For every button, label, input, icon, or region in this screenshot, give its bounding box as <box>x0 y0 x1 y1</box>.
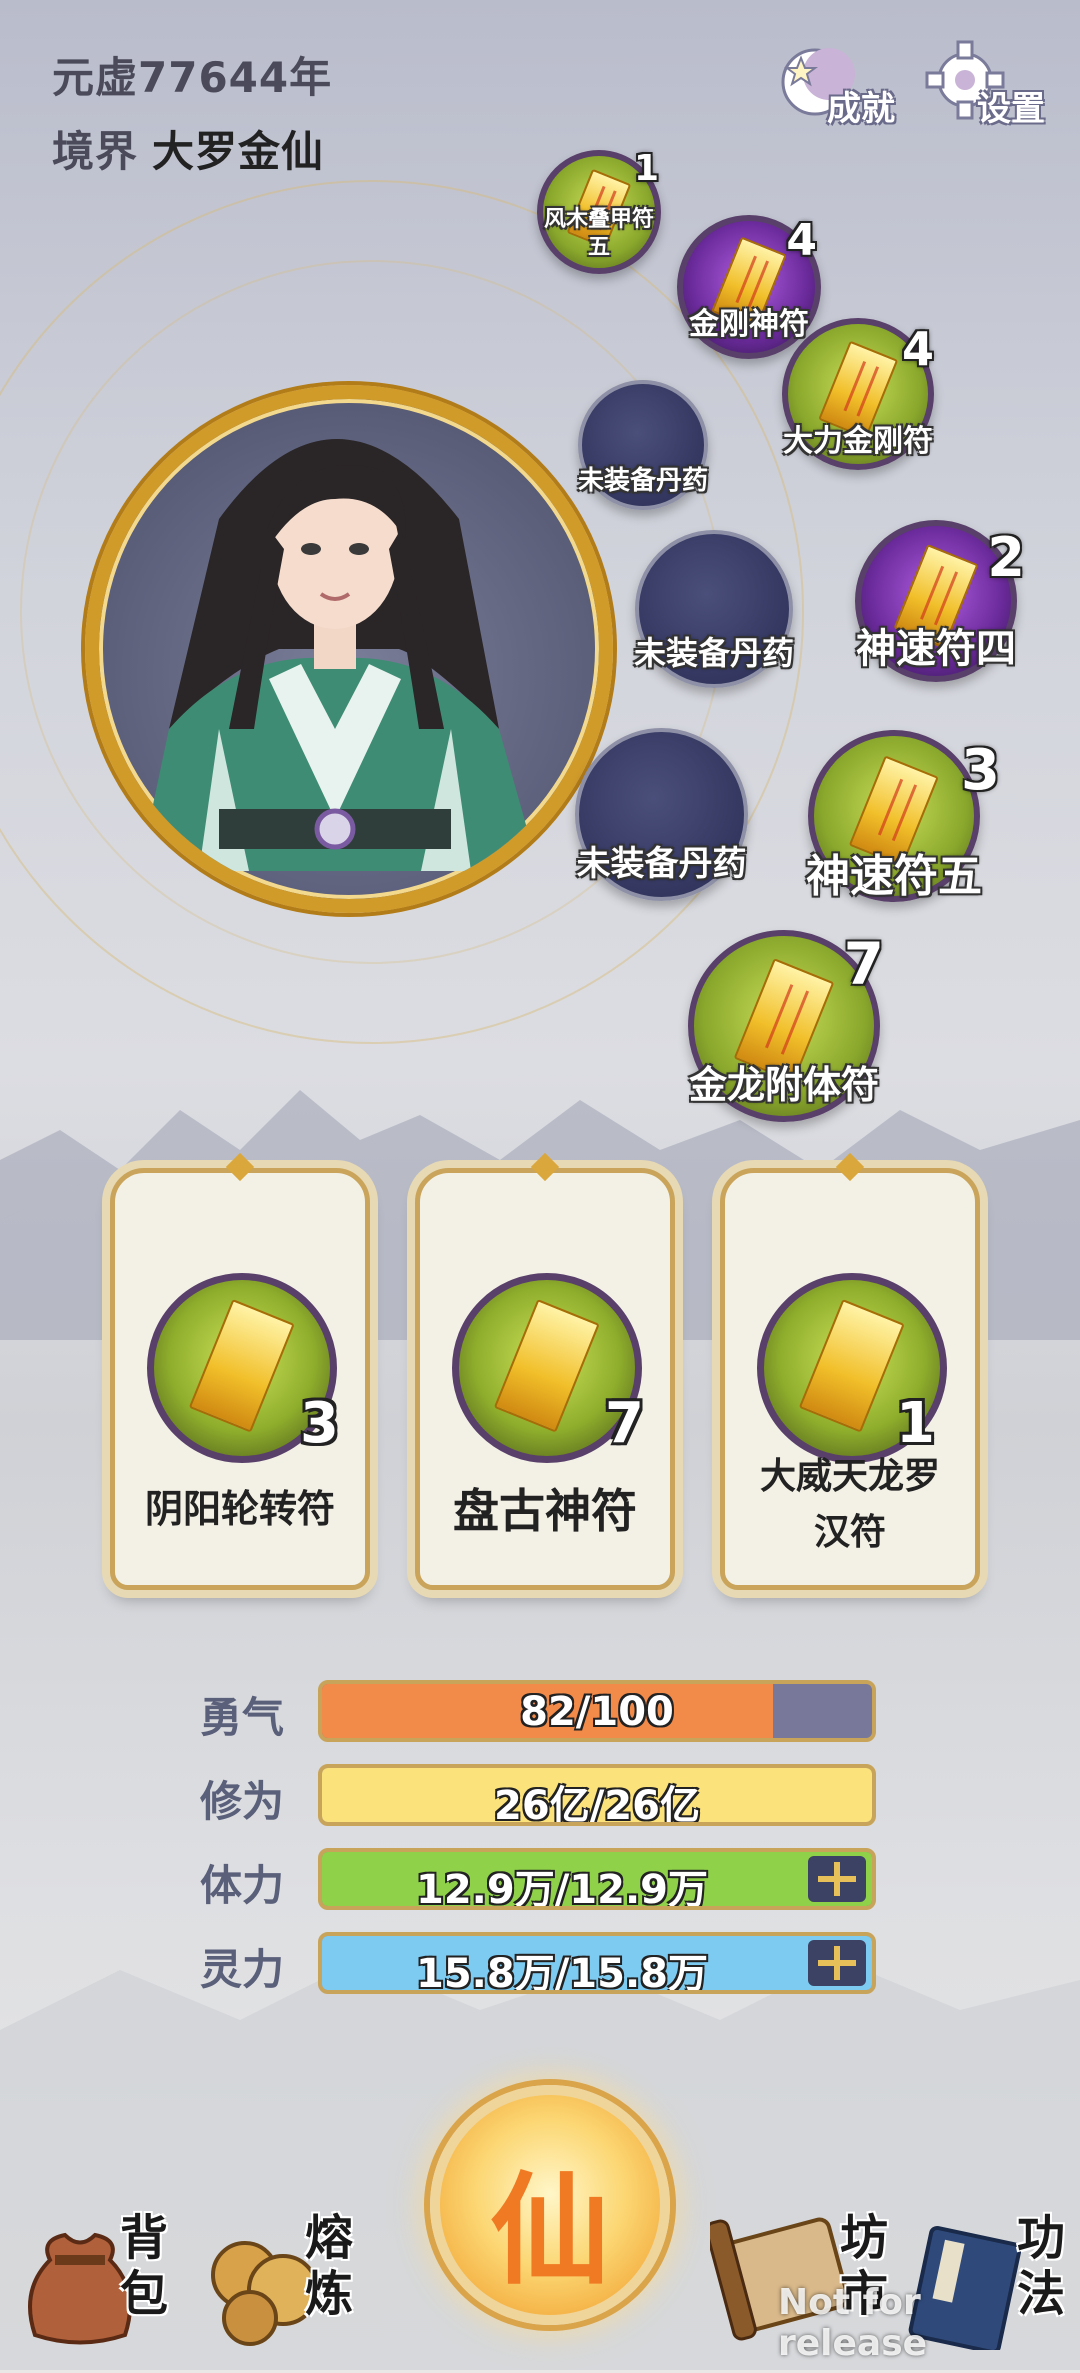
stat-label: 体力 <box>200 1861 285 1910</box>
cultivate-button[interactable]: 仙 <box>430 2085 670 2325</box>
slot-level: 4 <box>786 215 817 266</box>
card-name: 盘古神符 <box>453 1484 637 1538</box>
slot-name: 金刚神符 <box>689 307 809 342</box>
equip-slot-6[interactable]: 2 神速符四 <box>855 520 1025 682</box>
slot-name: 未装备丹药 <box>577 466 709 496</box>
slot-level: 7 <box>843 930 884 998</box>
slot-name-line1: 风木叠甲符 <box>543 207 655 232</box>
stat-courage: 勇气 82/100 <box>200 1680 880 1742</box>
settings-button[interactable]: 设置 <box>925 40 1045 130</box>
courage-bar: 82/100 <box>318 1680 876 1742</box>
nav-label-line2: 炼 <box>305 2266 354 2322</box>
character-illustration <box>139 439 539 871</box>
equip-slot-5[interactable]: 未装备丹药 <box>633 530 795 688</box>
cultivate-label: 仙 <box>490 2162 610 2301</box>
equip-slot-8[interactable]: 3 神速符五 <box>806 730 1000 902</box>
talisman-icon <box>188 1298 296 1433</box>
watermark-text: Not for release <box>778 2282 928 2364</box>
stat-stamina: 体力 12.9万/12.9万 <box>200 1848 880 1910</box>
nav-smelt-label: 熔 炼 <box>305 2210 361 2322</box>
slot-name: 风木叠甲符 五 <box>544 206 654 262</box>
equip-slot-2[interactable]: 4 金刚神符 <box>677 215 821 359</box>
nav-label-line1: 功 <box>1017 2210 1066 2266</box>
slot-name: 金龙附体符 <box>688 1063 880 1107</box>
slot-level: 4 <box>901 322 934 376</box>
cultivation-bar: 26亿/26亿 <box>318 1764 876 1826</box>
slot-name: 神速符四 <box>856 626 1016 672</box>
card-name-line2: 汉符 <box>813 1512 886 1553</box>
talisman-card-3[interactable]: 1 大威天龙罗 汉符 <box>720 1152 980 1590</box>
slot-name: 大力金刚符 <box>783 424 933 459</box>
add-spirit-button[interactable] <box>808 1940 866 1986</box>
slot-level: 3 <box>961 738 1000 803</box>
card-level: 3 <box>300 1391 339 1456</box>
nav-smelt[interactable]: 熔 炼 <box>205 2200 375 2350</box>
card-name: 阴阳轮转符 <box>144 1487 335 1531</box>
achievements-button[interactable]: 成就 <box>775 40 895 130</box>
add-stamina-button[interactable] <box>808 1856 866 1902</box>
nav-label-line2: 包 <box>120 2266 169 2322</box>
equip-slot-1[interactable]: 1 风木叠甲符 五 <box>537 148 661 274</box>
nav-bag[interactable]: 背 包 <box>20 2200 190 2350</box>
nav-label-line1: 熔 <box>305 2210 354 2266</box>
talisman-card-2[interactable]: 7 盘古神符 <box>415 1152 675 1590</box>
stat-value: 15.8万/15.8万 <box>416 1951 708 1994</box>
character-portrait[interactable] <box>85 385 613 913</box>
stat-spirit: 灵力 15.8万/15.8万 <box>200 1932 880 1994</box>
equip-slot-4[interactable]: 未装备丹药 <box>578 380 708 510</box>
slot-name-line2: 五 <box>587 235 611 260</box>
slot-level: 1 <box>633 148 659 189</box>
nav-label-line1: 背 <box>120 2210 169 2266</box>
year-text: 元虚77644年 <box>52 53 333 102</box>
nav-bag-label: 背 包 <box>120 2210 176 2322</box>
talisman-card-1[interactable]: 3 阴阳轮转符 <box>110 1152 370 1590</box>
realm-line: 境界 大罗金仙 <box>52 118 324 179</box>
stat-label: 勇气 <box>200 1693 285 1742</box>
equip-slot-7[interactable]: 未装备丹药 <box>575 728 748 901</box>
stat-value: 26亿/26亿 <box>494 1783 700 1826</box>
nav-label-line1: 坊 <box>840 2210 889 2266</box>
card-level: 7 <box>605 1391 644 1456</box>
realm-value: 大罗金仙 <box>152 127 325 176</box>
achievements-label: 成就 <box>827 89 895 129</box>
card-name-line1: 大威天龙罗 <box>759 1456 940 1497</box>
equip-slot-9[interactable]: 7 金龙附体符 <box>688 930 884 1122</box>
stat-value: 12.9万/12.9万 <box>416 1867 708 1910</box>
talisman-icon <box>798 1298 906 1433</box>
equip-slot-3[interactable]: 4 大力金刚符 <box>782 318 934 470</box>
slot-name: 神速符五 <box>806 851 982 902</box>
spirit-bar: 15.8万/15.8万 <box>318 1932 876 1994</box>
stat-label: 修为 <box>200 1777 285 1826</box>
card-name: 大威天龙罗 汉符 <box>725 1449 975 1561</box>
slot-name: 未装备丹药 <box>633 634 795 672</box>
stamina-bar: 12.9万/12.9万 <box>318 1848 876 1910</box>
talisman-icon <box>493 1298 601 1433</box>
realm-label: 境界 <box>52 127 139 176</box>
slot-name: 未装备丹药 <box>576 844 747 884</box>
slot-level: 2 <box>987 526 1025 589</box>
stat-cultivation: 修为 26亿/26亿 <box>200 1764 880 1826</box>
card-level: 1 <box>896 1391 935 1456</box>
stat-label: 灵力 <box>200 1945 285 1994</box>
stat-value: 82/100 <box>520 1689 674 1735</box>
settings-label: 设置 <box>977 89 1045 129</box>
